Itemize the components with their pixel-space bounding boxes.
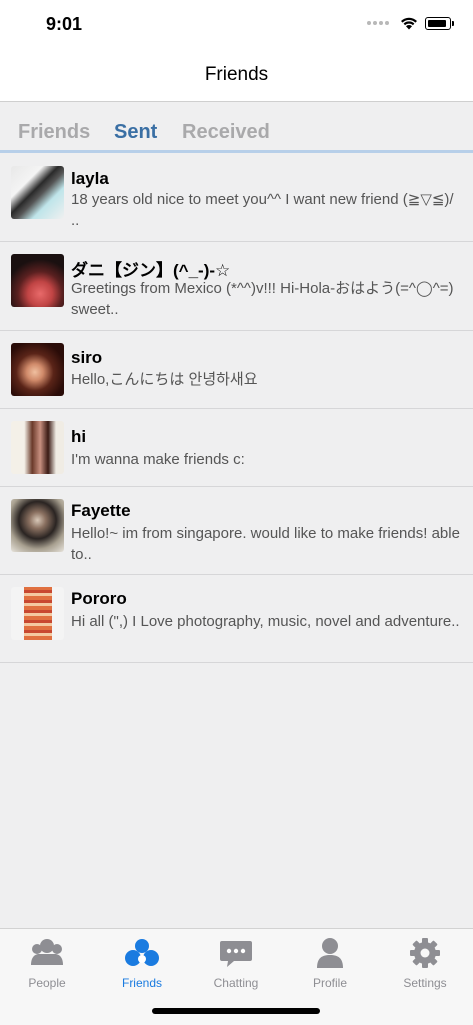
avatar bbox=[11, 343, 64, 396]
friend-name: Pororo bbox=[71, 589, 127, 608]
chat-bubble-icon bbox=[220, 941, 252, 967]
friend-name: Fayette bbox=[71, 501, 131, 520]
people-icon bbox=[31, 939, 63, 965]
segment-received[interactable]: Received bbox=[182, 121, 270, 144]
friend-message: Hi all (",) I Love photography, music, n… bbox=[71, 613, 460, 630]
tab-label: People bbox=[28, 976, 66, 990]
gear-icon bbox=[410, 938, 440, 968]
tab-friends[interactable]: Friends bbox=[95, 935, 189, 995]
avatar bbox=[11, 499, 64, 552]
cellular-signal-icon bbox=[367, 21, 389, 25]
battery-icon bbox=[425, 16, 454, 30]
home-indicator bbox=[152, 1008, 320, 1014]
friends-icon bbox=[125, 939, 159, 966]
tab-settings[interactable]: Settings bbox=[378, 935, 472, 995]
friend-message: Greetings from Mexico (*^^)v!!! Hi-Hola-… bbox=[71, 280, 454, 318]
segment-sent[interactable]: Sent bbox=[114, 121, 157, 144]
friend-message: Hello,こんにちは 안녕하새요 bbox=[71, 371, 258, 388]
list-item[interactable]: siro Hello,こんにちは 안녕하새요 bbox=[0, 331, 473, 409]
avatar bbox=[11, 421, 64, 474]
navigation-bar: Friends bbox=[0, 50, 473, 102]
friend-name: siro bbox=[71, 348, 103, 367]
profile-icon bbox=[317, 938, 343, 968]
tab-people[interactable]: People bbox=[0, 935, 94, 995]
tab-label: Profile bbox=[312, 976, 347, 990]
friend-message: I'm wanna make friends c: bbox=[71, 451, 245, 468]
list-item[interactable]: Pororo Hi all (",) I Love photography, m… bbox=[0, 575, 473, 663]
list-item[interactable]: Fayette Hello!~ im from singapore. would… bbox=[0, 487, 473, 575]
tab-chatting[interactable]: Chatting bbox=[189, 935, 283, 995]
status-icons bbox=[367, 16, 454, 30]
wifi-icon bbox=[401, 17, 417, 30]
avatar bbox=[11, 587, 64, 640]
tab-label: Friends bbox=[121, 976, 162, 990]
tab-label: Chatting bbox=[213, 976, 259, 990]
segment-friends[interactable]: Friends bbox=[18, 121, 90, 144]
segment-control: Friends Sent Received bbox=[0, 102, 473, 152]
tab-label: Settings bbox=[403, 976, 447, 990]
friend-message: Hello!~ im from singapore. would like to… bbox=[71, 525, 460, 563]
friend-message: 18 years old nice to meet you^^ I want n… bbox=[71, 191, 454, 229]
avatar bbox=[11, 254, 64, 307]
avatar bbox=[11, 166, 64, 219]
list-item[interactable]: ダニ【ジン】(^_-)-☆ Greetings from Mexico (*^^… bbox=[0, 242, 473, 331]
status-time: 9:01 bbox=[46, 14, 83, 34]
list-item[interactable]: hi I'm wanna make friends c: bbox=[0, 409, 473, 487]
status-bar: 9:01 bbox=[0, 0, 473, 50]
page-title: Friends bbox=[204, 64, 269, 85]
friend-name: hi bbox=[71, 427, 87, 446]
tab-profile[interactable]: Profile bbox=[283, 935, 377, 995]
list-item[interactable]: layla 18 years old nice to meet you^^ I … bbox=[0, 153, 473, 242]
friend-request-list: layla 18 years old nice to meet you^^ I … bbox=[0, 153, 473, 663]
friend-name: layla bbox=[71, 169, 109, 188]
